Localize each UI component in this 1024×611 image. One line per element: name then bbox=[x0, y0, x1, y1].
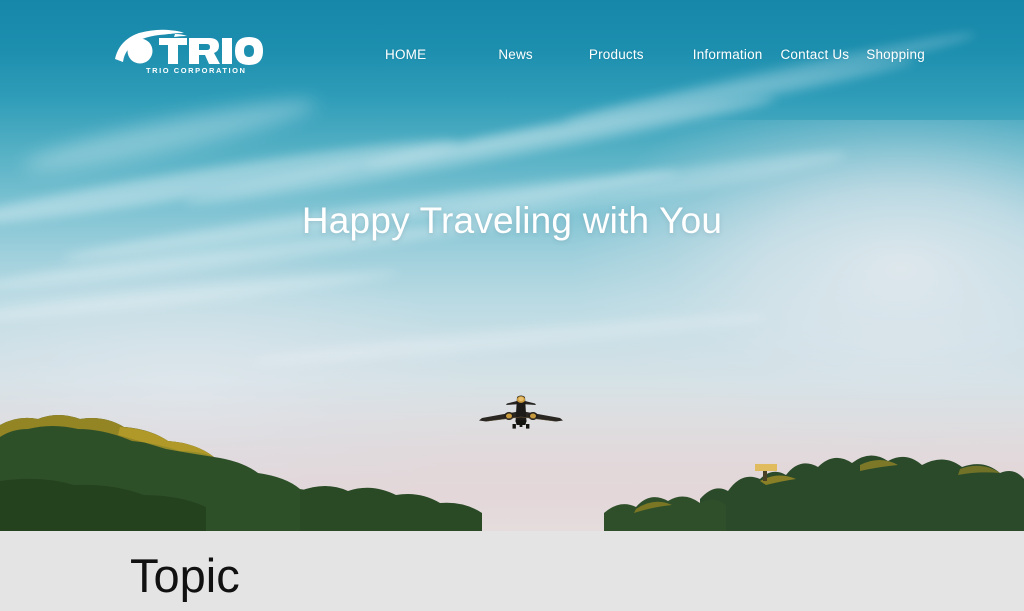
nav-item-information[interactable]: Information bbox=[693, 47, 763, 63]
logo-tagline: TRIO CORPORATION bbox=[146, 66, 247, 75]
airplane-icon bbox=[479, 395, 563, 429]
page-root: TRIO CORPORATION HOME News Products Info… bbox=[0, 0, 1024, 611]
nav-item-contact-us[interactable]: Contact Us bbox=[780, 47, 849, 63]
topic-section: Topic bbox=[0, 531, 1024, 611]
site-logo[interactable]: TRIO CORPORATION bbox=[113, 28, 263, 78]
trio-logo-icon bbox=[115, 29, 263, 65]
main-navigation: HOME News Products Information Contact U… bbox=[385, 47, 925, 63]
hero-headline: Happy Traveling with You bbox=[301, 200, 723, 241]
nav-item-news[interactable]: News bbox=[498, 47, 533, 63]
site-header: TRIO CORPORATION HOME News Products Info… bbox=[0, 0, 1024, 110]
nav-item-products[interactable]: Products bbox=[589, 47, 644, 63]
nav-item-home[interactable]: HOME bbox=[385, 47, 426, 63]
nav-item-shopping[interactable]: Shopping bbox=[866, 47, 925, 63]
topic-title: Topic bbox=[130, 549, 240, 602]
